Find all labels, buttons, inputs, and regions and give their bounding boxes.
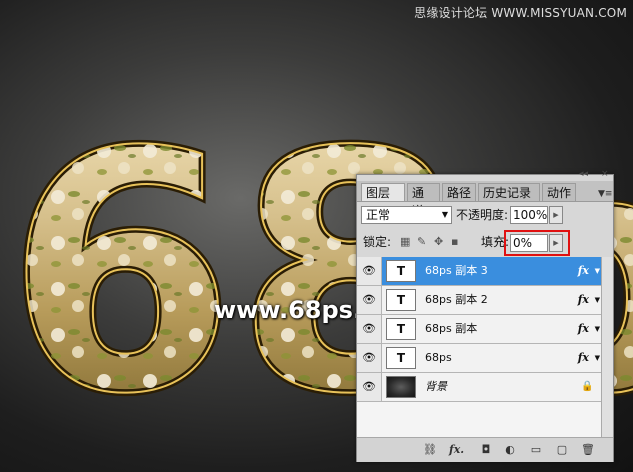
expand-arrow-icon[interactable]: ▼	[595, 286, 600, 314]
lock-transparency-icon[interactable]: ▦	[400, 236, 411, 247]
visibility-eye-icon[interactable]: 👁	[357, 373, 382, 401]
lock-brush-icon[interactable]: ✎	[417, 236, 428, 247]
tab-history[interactable]: 历史记录	[478, 183, 540, 201]
lock-fill-row: 锁定: ▦ ✎ ✥ ▪ 填充: 0% ▶	[357, 230, 613, 256]
layer-name: 68ps	[425, 351, 452, 364]
panel-tabs: 图层× 通道 路径 历史记录 动作 ▼≡	[357, 181, 613, 218]
lock-all-icon[interactable]: ▪	[451, 236, 462, 247]
visibility-eye-icon[interactable]: 👁	[357, 344, 382, 372]
background-thumbnail	[386, 376, 416, 398]
layer-row[interactable]: 👁 T 68ps fx ▼	[357, 344, 601, 373]
expand-arrow-icon[interactable]: ▼	[595, 257, 600, 285]
layer-row[interactable]: 👁 T 68ps 副本 3 fx ▼	[357, 257, 601, 286]
text-layer-thumbnail: T	[386, 289, 416, 311]
text-layer-thumbnail: T	[386, 260, 416, 282]
blend-mode-value: 正常	[366, 208, 391, 222]
collapse-icon[interactable]: ◂◂	[579, 170, 588, 179]
tab-layers[interactable]: 图层×	[361, 183, 405, 218]
fx-icon[interactable]: fx	[578, 315, 589, 343]
fx-icon[interactable]: fx	[578, 344, 589, 372]
layer-name: 背景	[425, 380, 447, 393]
expand-arrow-icon[interactable]: ▼	[595, 344, 600, 372]
opacity-label: 不透明度:	[456, 208, 509, 222]
tab-actions[interactable]: 动作	[542, 183, 576, 201]
layer-name: 68ps 副本	[425, 322, 478, 335]
link-layers-icon[interactable]: ⛓	[423, 443, 437, 457]
panel-menu-icon[interactable]: ▼≡	[598, 187, 612, 201]
fx-icon[interactable]: fx	[578, 286, 589, 314]
layer-row[interactable]: 👁 T 68ps 副本 2 fx ▼	[357, 286, 601, 315]
tab-layers-label: 图层	[366, 186, 391, 200]
opacity-input[interactable]: 100%	[510, 206, 548, 224]
layer-name: 68ps 副本 3	[425, 264, 488, 277]
blend-mode-select[interactable]: 正常 ▼	[361, 206, 452, 224]
tab-paths-label: 路径	[447, 186, 472, 200]
blend-row: 正常 ▼ 不透明度: 100% ▶	[357, 203, 613, 227]
visibility-eye-icon[interactable]: 👁	[357, 315, 382, 343]
trash-icon[interactable]: 🗑	[581, 443, 595, 457]
lock-move-icon[interactable]: ✥	[434, 236, 445, 247]
tab-channels[interactable]: 通道	[407, 183, 440, 218]
new-layer-icon[interactable]: ▢	[555, 443, 569, 457]
new-group-icon[interactable]: ▭	[529, 443, 543, 457]
text-layer-thumbnail: T	[386, 318, 416, 340]
add-mask-icon[interactable]: ◘	[479, 443, 493, 457]
fx-icon[interactable]: fx	[578, 257, 589, 285]
expand-arrow-icon[interactable]: ▼	[595, 315, 600, 343]
tab-paths[interactable]: 路径	[442, 183, 476, 201]
adjustment-layer-icon[interactable]: ◐	[503, 443, 517, 457]
text-layer-thumbnail: T	[386, 347, 416, 369]
layers-panel: ◂◂ × 图层× 通道 路径 历史记录 动作 ▼≡ 正常 ▼ 不透明度: 100…	[356, 170, 614, 462]
close-icon[interactable]: ×	[601, 170, 609, 179]
layer-name: 68ps 副本 2	[425, 293, 488, 306]
tab-actions-label: 动作	[547, 186, 572, 200]
layer-row[interactable]: 👁 T 68ps 副本 fx ▼	[357, 315, 601, 344]
lock-icon: 🔒	[581, 381, 594, 392]
tab-history-label: 历史记录	[483, 186, 532, 200]
lock-label: 锁定:	[363, 235, 392, 249]
visibility-eye-icon[interactable]: 👁	[357, 286, 382, 314]
visibility-eye-icon[interactable]: 👁	[357, 257, 382, 285]
layer-list-scrollbar[interactable]	[601, 257, 613, 437]
opacity-slider-button[interactable]: ▶	[549, 206, 563, 224]
chevron-down-icon: ▼	[441, 210, 448, 219]
layer-list: 👁 T 68ps 副本 3 fx ▼ 👁 T 68ps 副本 2 fx ▼ 👁 …	[357, 257, 601, 437]
add-style-icon[interactable]: fx.	[449, 443, 464, 457]
fill-highlight-box	[504, 230, 570, 256]
layer-row[interactable]: 👁 背景 🔒	[357, 373, 601, 402]
panel-footer: ⛓ fx. ◘ ◐ ▭ ▢ 🗑	[357, 437, 613, 462]
